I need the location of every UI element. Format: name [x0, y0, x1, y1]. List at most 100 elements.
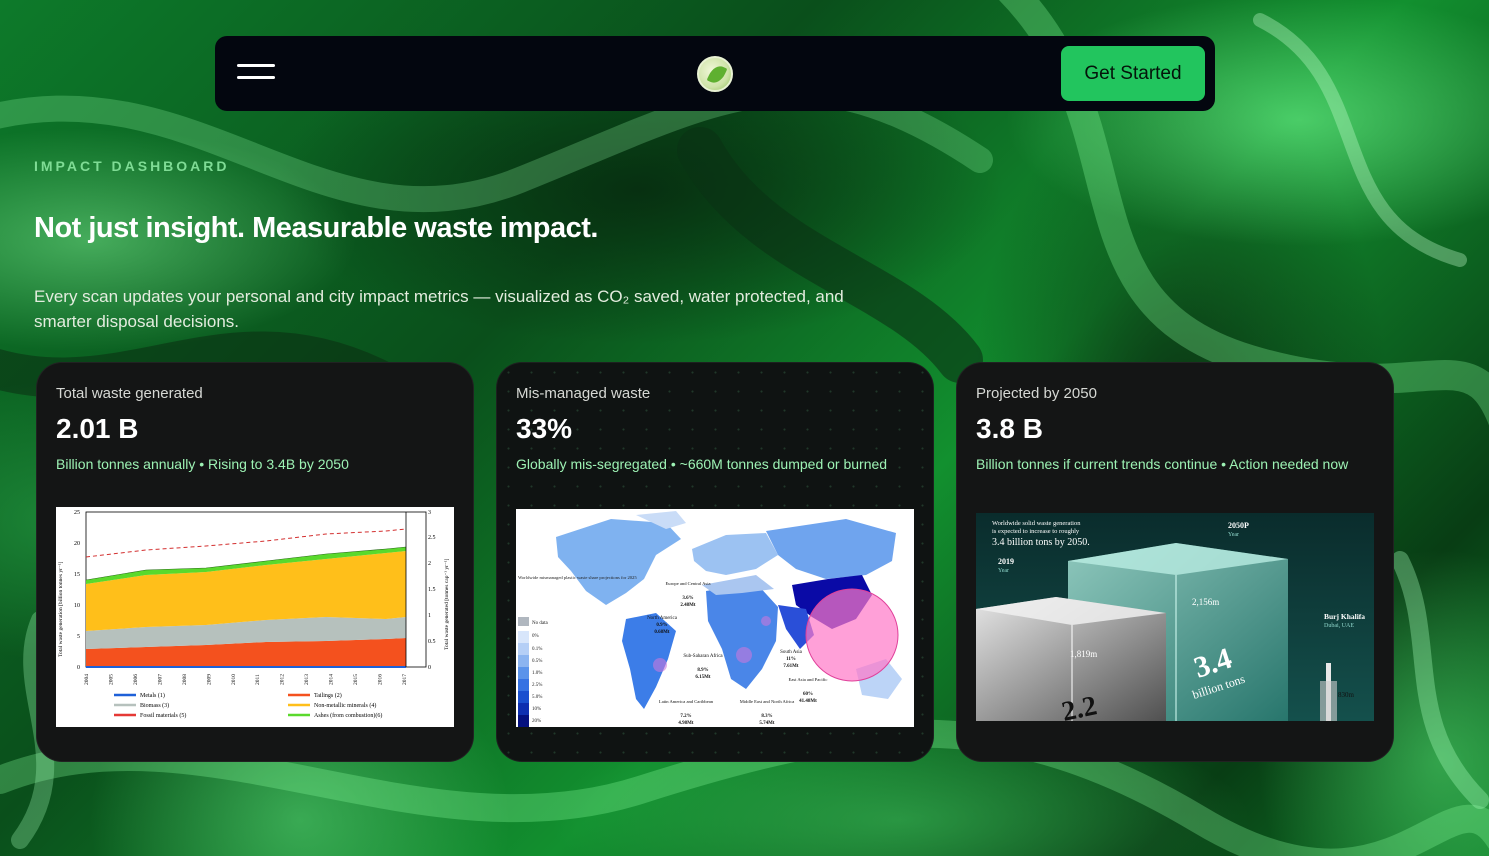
x-tick-label: 2006	[133, 674, 139, 685]
region-pct: 11%	[786, 657, 796, 662]
metric-value: 33%	[516, 413, 573, 444]
metric-label: Total waste generated	[56, 385, 203, 402]
y-tick-label: 10	[74, 603, 80, 609]
x-tick-label: 2013	[304, 674, 310, 685]
region-label: Middle East and North Africa	[740, 699, 795, 704]
region-pct: 7.2%	[680, 714, 691, 719]
region-mt: 4.98Mt	[678, 721, 693, 726]
y2-tick-label: 2	[428, 561, 431, 567]
x-tick-label: 2012	[280, 674, 286, 685]
metric-card-projection-2050[interactable]: Projected by 2050 3.8 B Billion tonnes i…	[956, 362, 1394, 762]
page-subtitle: Every scan updates your personal and cit…	[34, 287, 844, 331]
x-tick-label: 2014	[329, 674, 335, 685]
legend-label: Metals (1)	[140, 692, 165, 699]
hamburger-menu-icon[interactable]	[237, 64, 275, 82]
region-pct: 3.6%	[682, 596, 693, 601]
legend-label: Ashes (from combustion)(6)	[314, 712, 382, 719]
map-legend-title: Worldwide mismanaged plastic waste share…	[518, 575, 637, 580]
map-legend-label: 0%	[532, 634, 539, 639]
y2-tick-label: 2.5	[428, 535, 436, 541]
metric-description: Globally mis-segregated • ~660M tonnes d…	[516, 456, 888, 472]
region-pct: 8.9%	[697, 668, 708, 673]
x-tick-label: 2005	[108, 674, 114, 685]
x-tick-label: 2004	[84, 674, 90, 685]
y-tick-label: 0	[77, 665, 80, 671]
x-tick-label: 2010	[231, 674, 237, 685]
metric-value: 3.8 B	[976, 413, 1043, 444]
year-sublabel: Year	[1228, 532, 1239, 538]
y2-axis-label: Total waste generated [tonnes cap⁻¹ yr⁻¹…	[444, 558, 450, 650]
height-label-2050: 2,156m	[1192, 597, 1219, 607]
leaf-logo-icon[interactable]	[697, 56, 733, 92]
region-mt: 6.15Mt	[695, 675, 710, 680]
region-pct: 60%	[803, 692, 813, 697]
y2-tick-label: 0	[428, 665, 431, 671]
legend-label: Biomass (3)	[140, 702, 169, 709]
region-mt: 5.74Mt	[759, 721, 774, 726]
x-tick-label: 2017	[402, 674, 408, 685]
year-label-2019: 2019	[998, 557, 1014, 566]
region-label: Latin America and Caribbean	[659, 699, 714, 704]
infographic-caption: is expected to increase to roughly	[992, 528, 1080, 535]
mismanaged-plastic-map-image: Worldwide mismanaged plastic waste share…	[516, 509, 914, 727]
map-legend-label: 0.1%	[532, 647, 542, 652]
metric-card-mismanaged-waste[interactable]: Mis-managed waste 33% Globally mis-segre…	[496, 362, 934, 762]
y2-tick-label: 1.5	[428, 587, 436, 593]
metric-description: Billion tonnes if current trends continu…	[976, 456, 1349, 472]
metric-value: 2.01 B	[56, 413, 139, 444]
map-legend-label: 10%	[532, 707, 541, 712]
y-tick-label: 5	[77, 634, 80, 640]
map-legend-label: 1.0%	[532, 671, 542, 676]
y-tick-label: 25	[74, 510, 80, 516]
infographic-caption: Worldwide solid waste generation	[992, 520, 1081, 527]
region-label: East Asia and Pacific	[789, 677, 828, 682]
waste-generation-chart-image: 0 5 10 15 20 25 0 0.5 1 1.5 2 2.5 3 Tota…	[56, 507, 454, 727]
year-sublabel: Year	[998, 568, 1009, 574]
x-tick-label: 2011	[255, 674, 261, 685]
region-mt: 41.48Mt	[799, 699, 817, 704]
y-tick-label: 15	[74, 572, 80, 578]
region-mt: 7.61Mt	[783, 664, 798, 669]
y2-tick-label: 0.5	[428, 639, 436, 645]
y-axis-label: Total waste generation [billion tonnes y…	[58, 561, 64, 657]
map-legend-label: 20%	[532, 719, 541, 724]
landmark-height: 830m	[1338, 691, 1355, 699]
region-pct: 8.3%	[761, 714, 772, 719]
metric-label: Projected by 2050	[976, 385, 1097, 402]
map-legend-label: 5.0%	[532, 695, 542, 700]
infographic-caption-highlight: 3.4 billion tons by 2050.	[992, 537, 1090, 548]
y2-tick-label: 3	[428, 510, 431, 516]
legend-label: Tailings (2)	[314, 692, 342, 699]
waste-projection-infographic-image: Worldwide solid waste generation is expe…	[976, 513, 1374, 721]
map-legend-label: 0.5%	[532, 659, 542, 664]
y-tick-label: 20	[74, 541, 80, 547]
y2-tick-label: 1	[428, 613, 431, 619]
legend-label: Non-metallic minerals (4)	[314, 702, 376, 709]
region-label: Sub-Saharan Africa	[683, 654, 723, 659]
landmark-location: Dubai, UAE	[1324, 623, 1354, 629]
region-pct: 0.9%	[656, 623, 667, 628]
metric-card-total-waste[interactable]: Total waste generated 2.01 B Billion ton…	[36, 362, 474, 762]
x-tick-label: 2007	[157, 674, 163, 685]
landmark-label: Burj Khalifa	[1324, 612, 1365, 621]
x-tick-label: 2008	[182, 674, 188, 685]
region-mt: 0.68Mt	[654, 630, 669, 635]
region-label: North America	[647, 616, 678, 621]
section-eyebrow: IMPACT DASHBOARD	[34, 158, 230, 174]
map-legend-label: 2.5%	[532, 683, 542, 688]
region-mt: 2.48Mt	[680, 603, 695, 608]
x-tick-label: 2016	[378, 674, 384, 685]
get-started-button[interactable]: Get Started	[1061, 46, 1205, 101]
x-tick-label: 2009	[206, 674, 212, 685]
year-label-2050: 2050P	[1228, 521, 1249, 530]
legend-label: Fossil materials (5)	[140, 712, 186, 719]
height-label-2019: 1,819m	[1070, 649, 1097, 659]
region-label: Europe and Central Asia	[665, 581, 710, 586]
x-tick-label: 2015	[353, 674, 359, 685]
page-title: Not just insight. Measurable waste impac…	[34, 212, 598, 244]
metric-description: Billion tonnes annually • Rising to 3.4B…	[56, 456, 349, 472]
top-nav-bar: Get Started	[215, 36, 1215, 111]
region-label: South Asia	[780, 650, 803, 655]
map-legend-label: No data	[532, 621, 548, 626]
metric-label: Mis-managed waste	[516, 385, 651, 402]
